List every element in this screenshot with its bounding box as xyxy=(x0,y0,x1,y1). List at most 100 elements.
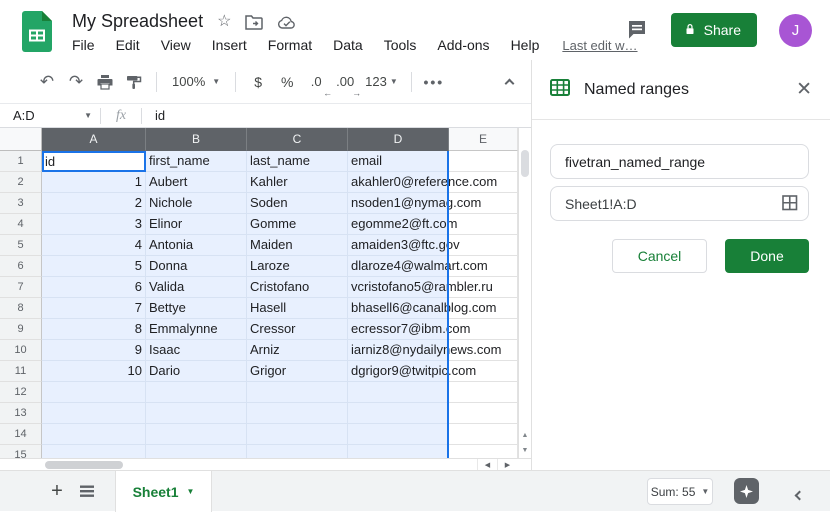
cell-C2[interactable]: Kahler xyxy=(247,172,348,193)
hide-menus-icon[interactable] xyxy=(506,74,513,92)
cell-C8[interactable]: Hasell xyxy=(247,298,348,319)
cell-D2[interactable]: akahler0@reference.com xyxy=(348,172,449,193)
cancel-button[interactable]: Cancel xyxy=(612,239,707,273)
row-header-11[interactable]: 11 xyxy=(0,361,42,382)
number-format-dropdown[interactable]: 123 ▼ xyxy=(361,68,402,96)
cell-B10[interactable]: Isaac xyxy=(146,340,247,361)
zoom-dropdown[interactable]: 100% ▼ xyxy=(166,74,226,89)
scroll-up-icon[interactable]: ▲ xyxy=(522,432,529,439)
cell-A2[interactable]: 1 xyxy=(42,172,146,193)
cell-C3[interactable]: Soden xyxy=(247,193,348,214)
cell-B15[interactable] xyxy=(146,445,247,458)
cell-C15[interactable] xyxy=(247,445,348,458)
name-box[interactable]: A:D ▼ xyxy=(0,104,100,127)
cell-C4[interactable]: Gomme xyxy=(247,214,348,235)
cell-C10[interactable]: Arniz xyxy=(247,340,348,361)
row-header-5[interactable]: 5 xyxy=(0,235,42,256)
row-header-13[interactable]: 13 xyxy=(0,403,42,424)
format-percent-icon[interactable]: % xyxy=(274,68,300,96)
menu-file[interactable]: File xyxy=(72,37,95,53)
cell-A12[interactable] xyxy=(42,382,146,403)
cell-E13[interactable] xyxy=(449,403,518,424)
cell-C1[interactable]: last_name xyxy=(247,151,348,172)
menu-tools[interactable]: Tools xyxy=(384,37,417,53)
cell-A11[interactable]: 10 xyxy=(42,361,146,382)
cell-A10[interactable]: 9 xyxy=(42,340,146,361)
cell-B9[interactable]: Emmalynne xyxy=(146,319,247,340)
row-header-9[interactable]: 9 xyxy=(0,319,42,340)
cell-C9[interactable]: Cressor xyxy=(247,319,348,340)
cell-A8[interactable]: 7 xyxy=(42,298,146,319)
done-button[interactable]: Done xyxy=(725,239,809,273)
cell-D13[interactable] xyxy=(348,403,449,424)
cell-B2[interactable]: Aubert xyxy=(146,172,247,193)
cell-B8[interactable]: Bettye xyxy=(146,298,247,319)
cell-E15[interactable] xyxy=(449,445,518,458)
scroll-right-icon[interactable]: ▶ xyxy=(497,459,517,470)
cell-E14[interactable] xyxy=(449,424,518,445)
share-button[interactable]: Share xyxy=(671,13,757,47)
row-header-4[interactable]: 4 xyxy=(0,214,42,235)
cell-D4[interactable]: egomme2@ft.com xyxy=(348,214,449,235)
account-avatar[interactable]: J xyxy=(779,14,812,47)
close-icon[interactable]: ✕ xyxy=(796,80,812,99)
horizontal-scrollbar[interactable]: ◀ ▶ xyxy=(0,458,531,470)
formula-input[interactable]: id xyxy=(142,108,531,123)
cell-A14[interactable] xyxy=(42,424,146,445)
row-header-3[interactable]: 3 xyxy=(0,193,42,214)
cell-A13[interactable] xyxy=(42,403,146,424)
all-sheets-icon[interactable] xyxy=(79,484,95,504)
redo-icon[interactable]: ↷ xyxy=(63,68,89,96)
cell-B5[interactable]: Antonia xyxy=(146,235,247,256)
cell-A9[interactable]: 8 xyxy=(42,319,146,340)
range-name-input[interactable] xyxy=(550,144,809,179)
cell-A1[interactable]: id xyxy=(42,151,146,172)
row-header-10[interactable]: 10 xyxy=(0,340,42,361)
print-icon[interactable] xyxy=(92,68,118,96)
column-header-C[interactable]: C xyxy=(247,128,348,151)
star-icon[interactable]: ☆ xyxy=(217,14,231,30)
cell-D15[interactable] xyxy=(348,445,449,458)
cell-B11[interactable]: Dario xyxy=(146,361,247,382)
cell-B4[interactable]: Elinor xyxy=(146,214,247,235)
cloud-saved-icon[interactable] xyxy=(277,14,297,30)
comments-icon[interactable] xyxy=(625,18,649,42)
more-toolbar-icon[interactable]: ••• xyxy=(421,68,447,96)
cell-D5[interactable]: amaiden3@ftc.gov xyxy=(348,235,449,256)
menu-view[interactable]: View xyxy=(161,37,191,53)
document-title[interactable]: My Spreadsheet xyxy=(72,11,203,32)
add-sheet-button[interactable]: + xyxy=(46,480,68,503)
cell-B13[interactable] xyxy=(146,403,247,424)
menu-edit[interactable]: Edit xyxy=(116,37,140,53)
explore-button[interactable] xyxy=(734,478,759,504)
select-data-range-icon[interactable] xyxy=(781,194,799,217)
menu-addons[interactable]: Add-ons xyxy=(437,37,489,53)
sum-dropdown[interactable]: Sum: 55 ▼ xyxy=(647,478,713,505)
row-header-8[interactable]: 8 xyxy=(0,298,42,319)
column-header-B[interactable]: B xyxy=(146,128,247,151)
cell-D3[interactable]: nsoden1@nymag.com xyxy=(348,193,449,214)
vertical-scrollbar[interactable]: ▲ ▼ xyxy=(518,128,531,458)
scroll-down-icon[interactable]: ▼ xyxy=(522,447,529,454)
paint-format-icon[interactable] xyxy=(121,68,147,96)
cell-B3[interactable]: Nichole xyxy=(146,193,247,214)
cell-A4[interactable]: 3 xyxy=(42,214,146,235)
menu-help[interactable]: Help xyxy=(511,37,540,53)
column-header-A[interactable]: A xyxy=(42,128,146,151)
cell-D7[interactable]: vcristofano5@rambler.ru xyxy=(348,277,449,298)
format-currency-icon[interactable]: $ xyxy=(245,68,271,96)
horizontal-scrollbar-thumb[interactable] xyxy=(45,461,123,469)
move-to-folder-icon[interactable] xyxy=(245,14,263,30)
select-all-corner[interactable] xyxy=(0,128,42,151)
cell-A7[interactable]: 6 xyxy=(42,277,146,298)
cell-D1[interactable]: email xyxy=(348,151,449,172)
menu-format[interactable]: Format xyxy=(268,37,312,53)
row-header-6[interactable]: 6 xyxy=(0,256,42,277)
cell-C12[interactable] xyxy=(247,382,348,403)
cell-D14[interactable] xyxy=(348,424,449,445)
cell-C6[interactable]: Laroze xyxy=(247,256,348,277)
cell-A5[interactable]: 4 xyxy=(42,235,146,256)
increase-decimal-icon[interactable]: .00→ xyxy=(332,68,358,96)
cell-B12[interactable] xyxy=(146,382,247,403)
cell-E4[interactable] xyxy=(449,214,518,235)
